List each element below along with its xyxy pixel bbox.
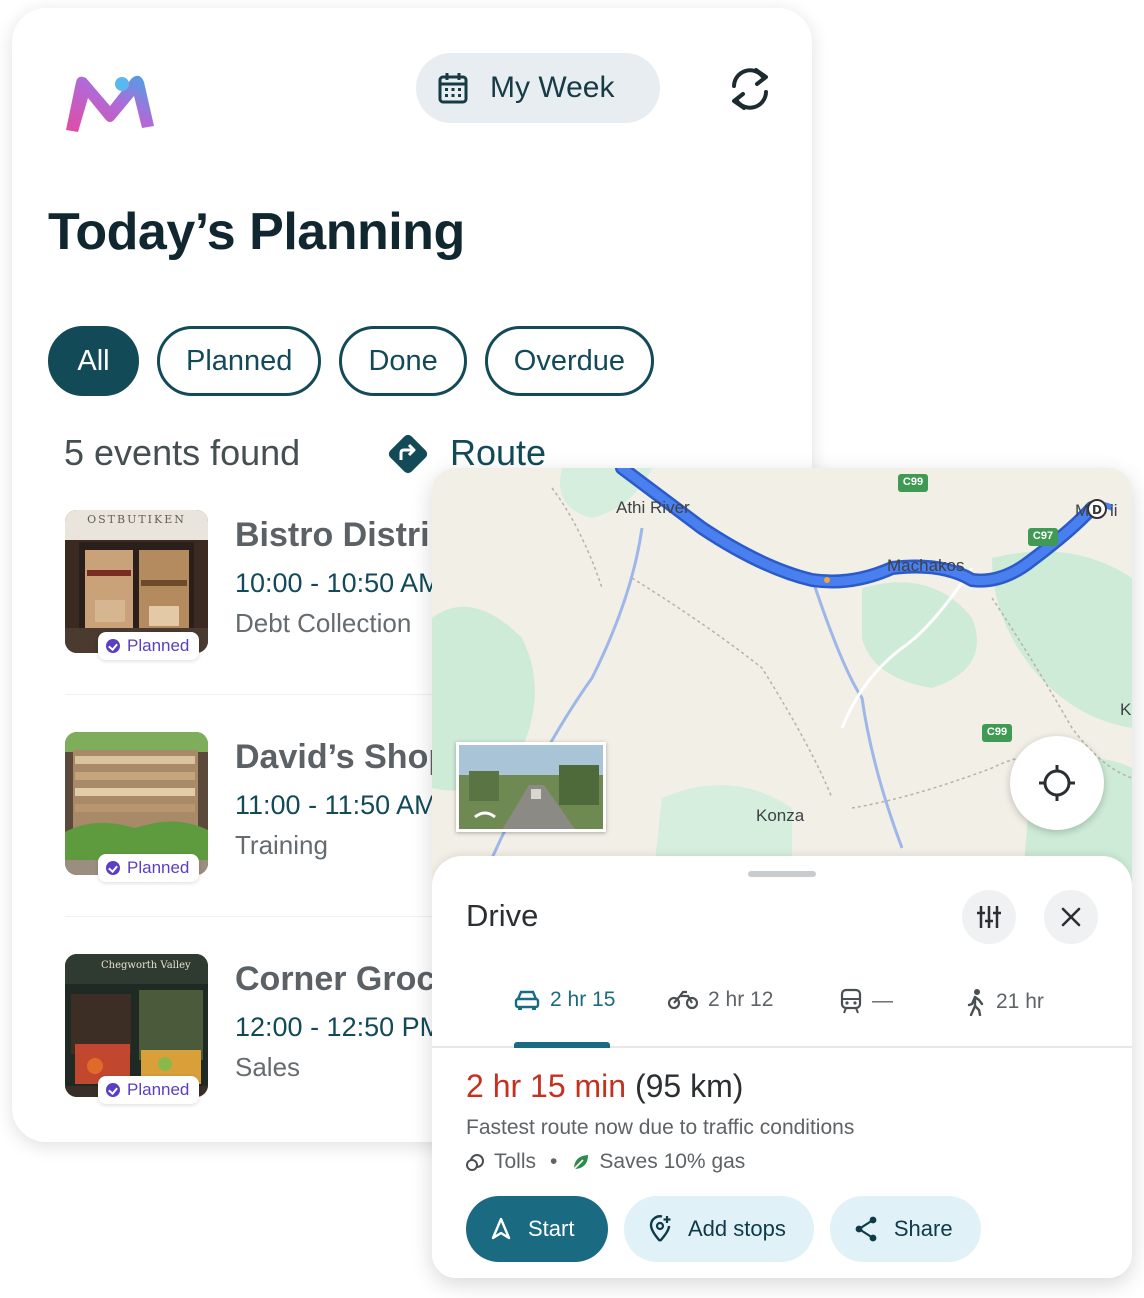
savings-label: Saves 10% gas bbox=[599, 1150, 746, 1173]
motorcycle-icon bbox=[668, 990, 698, 1010]
filter-done[interactable]: Done bbox=[339, 326, 467, 396]
status-badge: Planned bbox=[98, 632, 200, 660]
thumbnail-sign-text: Chegworth Valley bbox=[101, 960, 191, 971]
status-badge-label: Planned bbox=[127, 858, 190, 877]
tolls-label: Tolls bbox=[494, 1150, 537, 1173]
my-location-button[interactable] bbox=[1010, 736, 1104, 830]
route-icon[interactable] bbox=[386, 432, 430, 476]
tab-drive-label: 2 hr 15 bbox=[550, 988, 616, 1011]
route-options-button[interactable] bbox=[962, 890, 1016, 944]
filter-all[interactable]: All bbox=[48, 326, 139, 396]
thumbnail-sign-text: OSTBUTIKEN bbox=[87, 513, 186, 526]
divider bbox=[65, 916, 455, 917]
tab-motorcycle-label: 2 hr 12 bbox=[708, 988, 774, 1011]
sheet-drag-handle[interactable] bbox=[748, 871, 816, 877]
events-found-count: 5 events found bbox=[64, 432, 301, 473]
route-duration: 2 hr 15 min bbox=[466, 1068, 627, 1104]
action-buttons: Start Add stops Share bbox=[466, 1196, 981, 1262]
calendar-icon bbox=[438, 73, 468, 104]
map-label-edge: M bbox=[1075, 501, 1090, 520]
add-location-icon bbox=[649, 1215, 671, 1242]
directions-card: D C99 C97 C99 Athi River Machakos Konza … bbox=[432, 468, 1132, 1278]
share-label: Share bbox=[893, 1216, 953, 1241]
tab-walk[interactable]: 21 hr bbox=[966, 988, 1044, 1016]
tab-drive[interactable]: 2 hr 15 bbox=[514, 988, 615, 1012]
filter-overdue[interactable]: Overdue bbox=[484, 326, 654, 396]
divider bbox=[65, 694, 455, 695]
page-title: Today’s Planning bbox=[48, 203, 465, 261]
start-button[interactable]: Start bbox=[466, 1196, 608, 1262]
refresh-icon[interactable] bbox=[726, 64, 774, 114]
tab-transit-label: — bbox=[872, 989, 893, 1012]
directions-sheet: Drive 2 hr 15 2 hr 12 — 21 hr 2 hr 15 mi… bbox=[432, 856, 1132, 1278]
event-name: David’s Shop bbox=[235, 738, 450, 776]
status-badge-label: Planned bbox=[127, 1080, 190, 1099]
route-details: Tolls • Saves 10% gas bbox=[466, 1150, 745, 1174]
road-shield-c97: C97 bbox=[1032, 530, 1054, 542]
map-label-edge-suffix: ii bbox=[1110, 501, 1118, 520]
filter-planned[interactable]: Planned bbox=[157, 326, 322, 396]
map-label-konza: Konza bbox=[756, 806, 805, 825]
event-type: Debt Collection bbox=[235, 608, 412, 638]
separator-dot: • bbox=[550, 1150, 558, 1173]
road-shield-c99: C99 bbox=[986, 726, 1008, 738]
leaf-icon bbox=[573, 1155, 589, 1170]
check-badge-icon bbox=[106, 861, 120, 875]
tab-transit[interactable]: — bbox=[840, 988, 893, 1014]
svg-text:D: D bbox=[1092, 503, 1102, 517]
event-type: Sales bbox=[235, 1052, 301, 1082]
event-time: 11:00 - 11:50 AM bbox=[235, 790, 437, 820]
event-name: Bistro Distri bbox=[235, 516, 430, 554]
navigation-arrow-icon bbox=[491, 1217, 511, 1240]
map-label-edge-right: K bbox=[1120, 700, 1132, 719]
transit-icon bbox=[840, 988, 862, 1014]
map-view[interactable]: D C99 C97 C99 Athi River Machakos Konza … bbox=[432, 468, 1132, 888]
check-badge-icon bbox=[106, 1083, 120, 1097]
sheet-title: Drive bbox=[466, 898, 539, 933]
map-label-machakos: Machakos bbox=[887, 556, 965, 575]
sliders-icon bbox=[977, 906, 1001, 928]
route-description: Fastest route now due to traffic conditi… bbox=[466, 1116, 855, 1139]
tab-motorcycle[interactable]: 2 hr 12 bbox=[668, 988, 773, 1012]
travel-mode-tabs: 2 hr 15 2 hr 12 — 21 hr bbox=[432, 974, 1132, 1048]
check-badge-icon bbox=[106, 639, 120, 653]
crosshair-icon bbox=[1039, 765, 1075, 801]
app-logo bbox=[66, 75, 154, 132]
event-time: 10:00 - 10:50 AM bbox=[235, 568, 441, 598]
route-distance: (95 km) bbox=[634, 1068, 744, 1104]
walk-icon bbox=[967, 989, 984, 1016]
my-week-button[interactable]: My Week bbox=[416, 53, 660, 123]
start-label: Start bbox=[528, 1216, 575, 1241]
my-week-label: My Week bbox=[490, 71, 615, 104]
map-label-athi-river: Athi River bbox=[616, 498, 690, 517]
event-type: Training bbox=[235, 830, 328, 860]
event-time: 12:00 - 12:50 PM bbox=[235, 1012, 443, 1042]
active-tab-indicator bbox=[514, 1042, 610, 1048]
share-button[interactable]: Share bbox=[829, 1196, 981, 1262]
status-badge: Planned bbox=[98, 1076, 200, 1104]
road-shield-c99: C99 bbox=[902, 476, 924, 488]
street-view-thumbnail[interactable] bbox=[456, 742, 606, 832]
car-icon bbox=[514, 990, 540, 1010]
close-button[interactable] bbox=[1044, 890, 1098, 944]
add-stops-label: Add stops bbox=[688, 1216, 786, 1241]
event-name: Corner Groc bbox=[235, 960, 436, 998]
status-badge-label: Planned bbox=[127, 636, 190, 655]
tolls-icon bbox=[466, 1154, 484, 1171]
share-icon bbox=[855, 1216, 877, 1242]
add-stops-button[interactable]: Add stops bbox=[624, 1196, 814, 1262]
filter-chips: All Planned Done Overdue bbox=[48, 326, 654, 396]
tab-walk-label: 21 hr bbox=[996, 990, 1044, 1013]
status-badge: Planned bbox=[98, 854, 200, 882]
route-summary: 2 hr 15 min (95 km) bbox=[466, 1068, 743, 1105]
close-icon bbox=[1061, 907, 1081, 927]
